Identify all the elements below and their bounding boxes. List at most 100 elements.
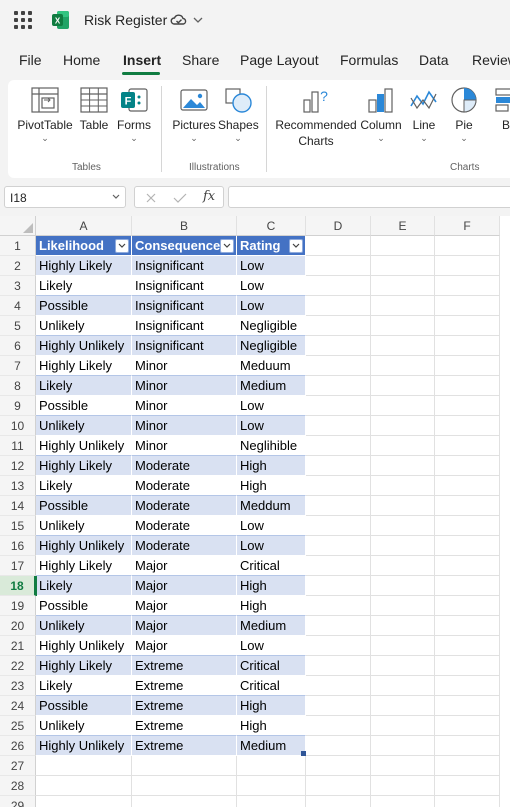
cell-f19[interactable] [435,596,500,616]
name-box[interactable]: I18 [4,186,126,208]
cell-f25[interactable] [435,716,500,736]
pivottable-button[interactable]: PivotTable ⌄ [16,86,74,143]
filter-dropdown-button[interactable] [115,239,129,253]
cell-d27[interactable] [306,756,371,776]
row-header-26[interactable]: 26 [0,736,36,756]
cell-e23[interactable] [371,676,435,696]
cell-d13[interactable] [306,476,371,496]
table-cell[interactable]: Minor [132,356,237,376]
cell-d6[interactable] [306,336,371,356]
filter-dropdown-button[interactable] [220,239,234,253]
table-cell[interactable]: Low [237,516,306,536]
table-cell[interactable]: Unlikely [36,716,132,736]
table-resize-handle[interactable] [301,751,306,756]
row-header-24[interactable]: 24 [0,696,36,716]
table-cell[interactable]: Minor [132,396,237,416]
cell-f7[interactable] [435,356,500,376]
cell-d5[interactable] [306,316,371,336]
table-cell[interactable]: Insignificant [132,336,237,356]
cell-f11[interactable] [435,436,500,456]
cell-f29[interactable] [435,796,500,807]
cell-e1[interactable] [371,236,435,256]
cell-f23[interactable] [435,676,500,696]
table-cell[interactable]: Likely [36,276,132,296]
chevron-down-icon[interactable] [192,14,204,26]
table-cell[interactable]: Critical [237,656,306,676]
formula-input[interactable] [228,186,510,208]
column-chart-button[interactable]: Column ⌄ [358,86,404,143]
row-header-17[interactable]: 17 [0,556,36,576]
cell-d3[interactable] [306,276,371,296]
table-cell[interactable]: Likely [36,376,132,396]
cell-d15[interactable] [306,516,371,536]
row-header-4[interactable]: 4 [0,296,36,316]
cell-a27[interactable] [36,756,132,776]
cell-e11[interactable] [371,436,435,456]
cell-a29[interactable] [36,796,132,807]
filter-dropdown-button[interactable] [289,239,303,253]
table-cell[interactable]: Possible [36,696,132,716]
table-cell[interactable]: Neglihible [237,436,306,456]
menu-page-layout[interactable]: Page Layout [240,52,319,68]
row-header-15[interactable]: 15 [0,516,36,536]
table-cell[interactable]: Minor [132,416,237,436]
cell-c29[interactable] [237,796,306,807]
cell-e29[interactable] [371,796,435,807]
insert-function-button[interactable]: fx [203,189,215,204]
cell-f8[interactable] [435,376,500,396]
table-cell[interactable]: Highly Unlikely [36,436,132,456]
table-cell[interactable]: Highly Likely [36,356,132,376]
cell-d8[interactable] [306,376,371,396]
cell-f6[interactable] [435,336,500,356]
cell-d10[interactable] [306,416,371,436]
bar-chart-button[interactable]: Bar [488,86,510,133]
cell-e27[interactable] [371,756,435,776]
cell-e26[interactable] [371,736,435,756]
cell-d28[interactable] [306,776,371,796]
shapes-button[interactable]: Shapes ⌄ [218,86,259,143]
table-cell[interactable]: Highly Unlikely [36,636,132,656]
cell-f17[interactable] [435,556,500,576]
table-cell[interactable]: Moderate [132,476,237,496]
cell-e12[interactable] [371,456,435,476]
table-cell[interactable]: High [237,716,306,736]
cell-c28[interactable] [237,776,306,796]
pie-chart-button[interactable]: Pie ⌄ [444,86,484,143]
table-cell[interactable]: Low [237,296,306,316]
table-cell[interactable]: High [237,696,306,716]
cell-f4[interactable] [435,296,500,316]
table-cell[interactable]: Major [132,636,237,656]
row-header-8[interactable]: 8 [0,376,36,396]
cell-e4[interactable] [371,296,435,316]
cell-e16[interactable] [371,536,435,556]
table-cell[interactable]: Moderate [132,536,237,556]
cell-d4[interactable] [306,296,371,316]
table-cell[interactable]: Low [237,276,306,296]
cell-e24[interactable] [371,696,435,716]
cell-e19[interactable] [371,596,435,616]
cell-f22[interactable] [435,656,500,676]
cell-b28[interactable] [132,776,237,796]
row-header-21[interactable]: 21 [0,636,36,656]
table-cell[interactable]: High [237,576,306,596]
table-cell[interactable]: Negligible [237,336,306,356]
table-cell[interactable]: Unlikely [36,616,132,636]
table-cell[interactable]: Low [237,536,306,556]
column-header-d[interactable]: D [306,216,371,236]
cell-a28[interactable] [36,776,132,796]
table-cell[interactable]: Extreme [132,696,237,716]
cell-d18[interactable] [306,576,371,596]
table-cell[interactable]: Major [132,556,237,576]
table-cell[interactable]: Moderate [132,456,237,476]
table-cell[interactable]: Likely [36,476,132,496]
cell-e9[interactable] [371,396,435,416]
menu-formulas[interactable]: Formulas [340,52,398,68]
menu-home[interactable]: Home [63,52,100,68]
table-cell[interactable]: Major [132,616,237,636]
forms-button[interactable]: F Forms ⌄ [114,86,154,143]
row-header-11[interactable]: 11 [0,436,36,456]
spreadsheet-grid[interactable]: A B C D E F 1 2 3 4 5 6 7 8 9 10 11 12 13 14 15 16 17 18 19 20 21 2… [0,216,510,807]
table-cell[interactable]: Low [237,636,306,656]
cell-e6[interactable] [371,336,435,356]
table-cell[interactable]: Extreme [132,736,237,756]
